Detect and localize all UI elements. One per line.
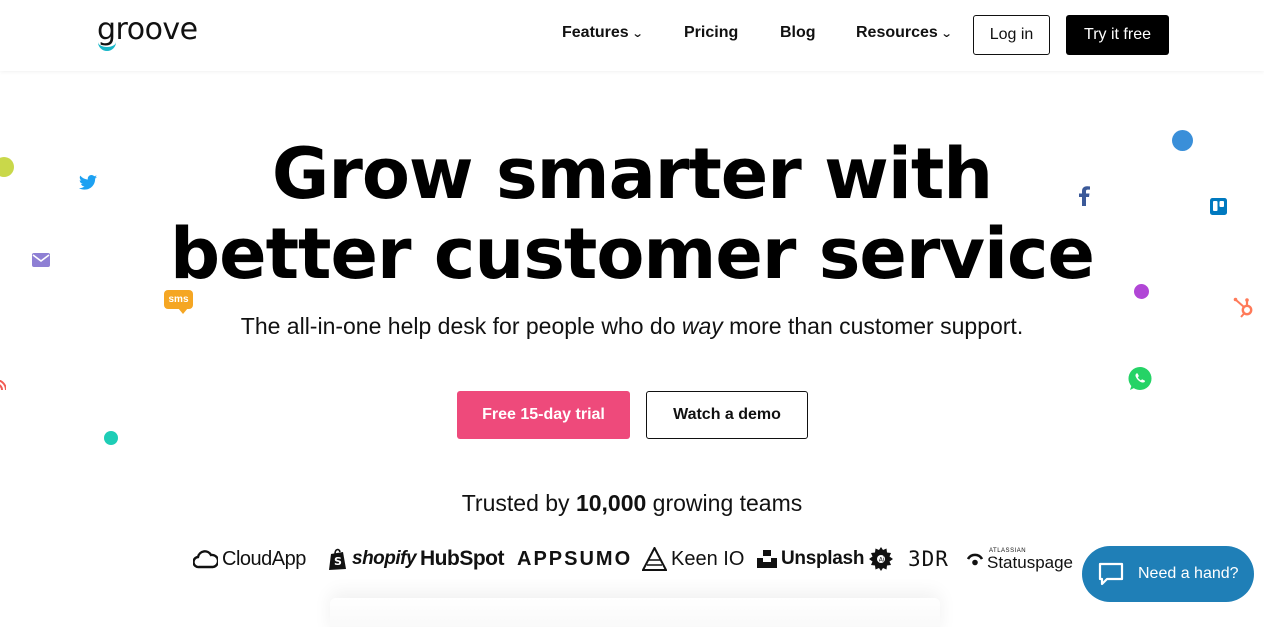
free-trial-button[interactable]: Free 15-day trial <box>457 391 630 439</box>
trusted-by-text: Trusted by 10,000 growing teams <box>0 490 1264 517</box>
whatsapp-icon <box>1128 367 1152 390</box>
chevron-down-icon: ⌄ <box>631 27 644 40</box>
brand-hubspot: HubSpot <box>420 545 504 573</box>
statuspage-icon <box>967 553 983 566</box>
brand-3dr: 3DR <box>908 545 949 573</box>
chevron-down-icon: ⌄ <box>940 27 953 40</box>
brand-label: CloudApp <box>222 547 306 570</box>
trusted-count: 10,000 <box>575 490 647 516</box>
login-button[interactable]: Log in <box>973 15 1050 55</box>
brand-label: Statuspage <box>987 552 1074 572</box>
hero-title-line2: better customer service <box>170 213 1095 295</box>
brand-appsumo: APPSUMO <box>517 545 632 573</box>
nav-resources-label: Resources <box>856 24 938 41</box>
nav-features[interactable]: Features ⌄ <box>562 24 644 42</box>
brand-shopify: S shopify <box>328 545 417 573</box>
subtitle-part2: more than customer support. <box>722 313 1024 339</box>
statuspage-wordmark: ATLASSIAN Statuspage <box>987 548 1073 571</box>
help-chat-button[interactable]: Need a hand? <box>1082 546 1254 602</box>
product-preview-card-top <box>330 598 940 627</box>
brand-unsplash: Unsplash <box>757 545 864 573</box>
badge-gear-icon: Ai <box>869 547 893 571</box>
subtitle-emphasis: way <box>681 313 723 339</box>
nav-features-label: Features <box>562 24 629 41</box>
brand-statuspage: ATLASSIAN Statuspage <box>967 545 1073 573</box>
subtitle-part1: The all-in-one help desk for people who … <box>240 313 682 339</box>
nav-pricing[interactable]: Pricing <box>684 24 738 42</box>
svg-text:S: S <box>334 555 342 568</box>
hero-subtitle: The all-in-one help desk for people who … <box>0 313 1264 340</box>
shopify-bag-icon: S <box>329 548 346 570</box>
brand-label: HubSpot <box>420 547 504 570</box>
logo-smile-mark <box>98 42 116 51</box>
brand-label: Keen IO <box>671 547 745 570</box>
chat-bubble-icon <box>1098 562 1124 586</box>
brand-label: shopify <box>352 548 417 569</box>
brand-label: APPSUMO <box>517 547 633 570</box>
rss-icon <box>0 380 6 391</box>
site-header: groove Features ⌄ Pricing Blog Resources… <box>0 0 1264 71</box>
nav-resources[interactable]: Resources ⌄ <box>856 24 953 42</box>
brand-cloudapp: CloudApp <box>193 545 306 573</box>
brand-label: Unsplash <box>781 548 865 569</box>
cloudapp-icon <box>193 550 218 569</box>
chat-label: Need a hand? <box>1138 565 1239 582</box>
trusted-before: Trusted by <box>461 490 576 516</box>
brand-keenio: Keen IO <box>642 545 744 573</box>
brand-label: 3DR <box>908 547 949 571</box>
decorative-dot-teal <box>104 431 118 445</box>
watch-demo-button[interactable]: Watch a demo <box>646 391 808 439</box>
nav-blog[interactable]: Blog <box>780 24 816 42</box>
hero-title-line1: Grow smarter with <box>271 133 993 215</box>
trusted-after: growing teams <box>646 490 803 516</box>
unsplash-icon <box>757 550 777 568</box>
try-free-button[interactable]: Try it free <box>1066 15 1169 55</box>
keenio-icon <box>642 547 667 571</box>
svg-text:Ai: Ai <box>879 557 885 564</box>
